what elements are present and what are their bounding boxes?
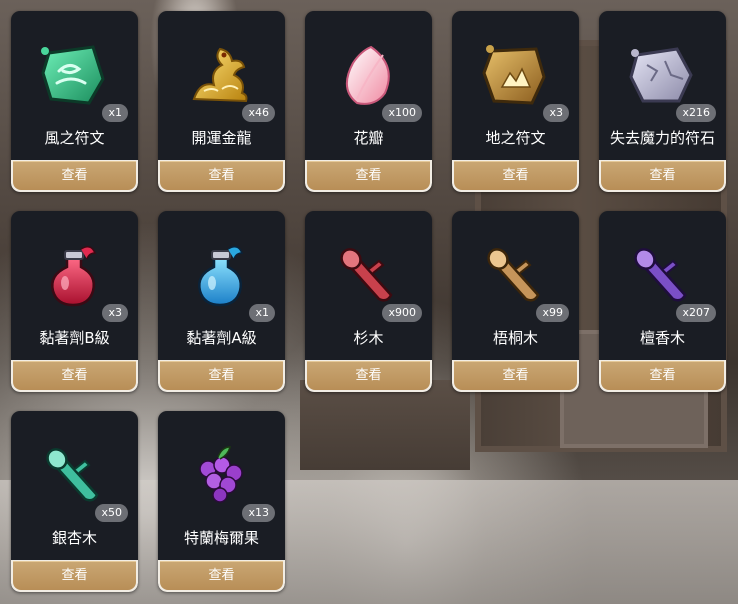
item-name: 黏著劑A級 bbox=[186, 329, 257, 347]
item-count: x1 bbox=[102, 104, 128, 122]
item-count: x50 bbox=[95, 504, 128, 522]
view-button[interactable]: 查看 bbox=[307, 161, 430, 190]
view-button[interactable]: 查看 bbox=[13, 561, 136, 590]
view-button[interactable]: 查看 bbox=[601, 361, 724, 390]
item-name: 銀杏木 bbox=[51, 529, 97, 547]
depleted-runestone-icon bbox=[629, 47, 693, 103]
item-name: 失去魔力的符石 bbox=[609, 129, 715, 147]
item-name: 地之符文 bbox=[485, 129, 546, 147]
berry-fruit-icon bbox=[199, 446, 243, 503]
item-count: x100 bbox=[382, 104, 422, 122]
item-count: x216 bbox=[676, 104, 716, 122]
item-card: x99 梧桐木 查看 bbox=[452, 211, 579, 392]
item-count: x3 bbox=[102, 304, 128, 322]
view-button[interactable]: 查看 bbox=[454, 161, 577, 190]
view-button[interactable]: 查看 bbox=[160, 361, 283, 390]
view-button[interactable]: 查看 bbox=[160, 561, 283, 590]
item-count: x207 bbox=[676, 304, 716, 322]
view-button[interactable]: 查看 bbox=[13, 161, 136, 190]
item-card: x216 失去魔力的符石 查看 bbox=[599, 11, 726, 192]
petal-icon bbox=[346, 45, 390, 105]
item-card: x50 銀杏木 查看 bbox=[11, 411, 138, 592]
view-button[interactable]: 查看 bbox=[601, 161, 724, 190]
ginkgo-log-icon bbox=[46, 448, 99, 502]
item-count: x3 bbox=[543, 104, 569, 122]
item-card: x1 黏著劑A級 查看 bbox=[158, 211, 285, 392]
item-name: 特蘭梅爾果 bbox=[183, 529, 259, 547]
item-name: 花瓣 bbox=[353, 129, 384, 147]
item-card: x46 開運金龍 查看 bbox=[158, 11, 285, 192]
item-card: x900 杉木 查看 bbox=[305, 211, 432, 392]
item-card: x3 地之符文 查看 bbox=[452, 11, 579, 192]
item-card: x1 風之符文 查看 bbox=[11, 11, 138, 192]
view-button[interactable]: 查看 bbox=[13, 361, 136, 390]
item-count: x99 bbox=[536, 304, 569, 322]
inventory-grid: x1 風之符文 查看 x46 開運金龍 查看 x100 花瓣 查看 x3 地之符… bbox=[0, 0, 738, 604]
cedar-log-icon bbox=[340, 248, 393, 302]
item-card: x100 花瓣 查看 bbox=[305, 11, 432, 192]
sycamore-log-icon bbox=[487, 248, 540, 302]
view-button[interactable]: 查看 bbox=[160, 161, 283, 190]
item-card: x13 特蘭梅爾果 查看 bbox=[158, 411, 285, 592]
view-button[interactable]: 查看 bbox=[307, 361, 430, 390]
item-name: 杉木 bbox=[353, 329, 384, 347]
item-count: x13 bbox=[242, 504, 275, 522]
item-name: 風之符文 bbox=[44, 129, 105, 147]
item-name: 梧桐木 bbox=[492, 329, 538, 347]
item-card: x3 黏著劑B級 查看 bbox=[11, 211, 138, 392]
item-name: 開運金龍 bbox=[191, 129, 252, 147]
item-card: x207 檀香木 查看 bbox=[599, 211, 726, 392]
item-name: 黏著劑B級 bbox=[39, 329, 110, 347]
adhesive-b-potion-icon bbox=[51, 246, 97, 307]
item-name: 檀香木 bbox=[639, 329, 685, 347]
view-button[interactable]: 查看 bbox=[454, 361, 577, 390]
item-count: x900 bbox=[382, 304, 422, 322]
wind-rune-icon bbox=[41, 45, 105, 105]
adhesive-a-potion-icon bbox=[198, 246, 244, 307]
earth-rune-icon bbox=[482, 45, 546, 105]
sandalwood-log-icon bbox=[634, 248, 687, 302]
item-count: x46 bbox=[242, 104, 275, 122]
golden-dragon-icon bbox=[192, 47, 248, 103]
item-count: x1 bbox=[249, 304, 275, 322]
